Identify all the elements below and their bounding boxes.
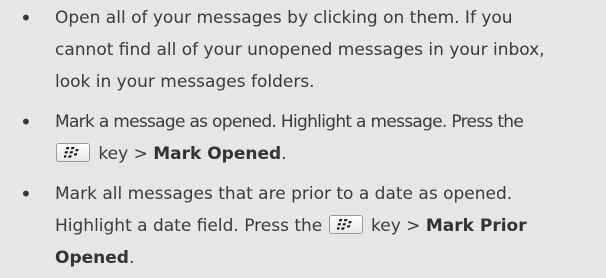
item-2-line-2: key > Mark Opened. — [55, 138, 287, 170]
item-2-key-after: key > — [93, 144, 154, 164]
instructions-page: • Open all of your messages by clicking … — [0, 0, 606, 278]
command-mark-prior-opened: Mark Prior — [425, 216, 527, 236]
command-mark-opened: Mark Opened — [153, 144, 282, 164]
item-3-line-2: Highlight a date field. Press the key > … — [55, 210, 527, 242]
item-3-line-1: Mark all messages that are prior to a da… — [55, 184, 513, 204]
bullet-marker: • — [20, 182, 32, 206]
bullet-marker: • — [20, 6, 32, 30]
menu-key-icon — [56, 143, 90, 162]
item-3-key-before: Highlight a date field. Press the — [55, 216, 328, 236]
item-1-line-1: Open all of your messages by clicking on… — [55, 8, 513, 28]
item-1-line-2: cannot find all of your unopened message… — [55, 40, 545, 60]
item-2-end: . — [281, 144, 287, 164]
item-3-end: . — [128, 248, 135, 268]
item-1-line-3: look in your messages folders. — [55, 72, 315, 92]
command-mark-prior-opened-cont: Opened — [55, 248, 129, 268]
menu-key-icon — [328, 215, 363, 234]
item-3-key-after: key > — [365, 216, 426, 236]
item-3-line-3: Opened. — [55, 242, 134, 274]
bullet-marker: • — [20, 110, 32, 134]
item-2-line-1: Mark a message as opened. Highlight a me… — [55, 112, 524, 132]
